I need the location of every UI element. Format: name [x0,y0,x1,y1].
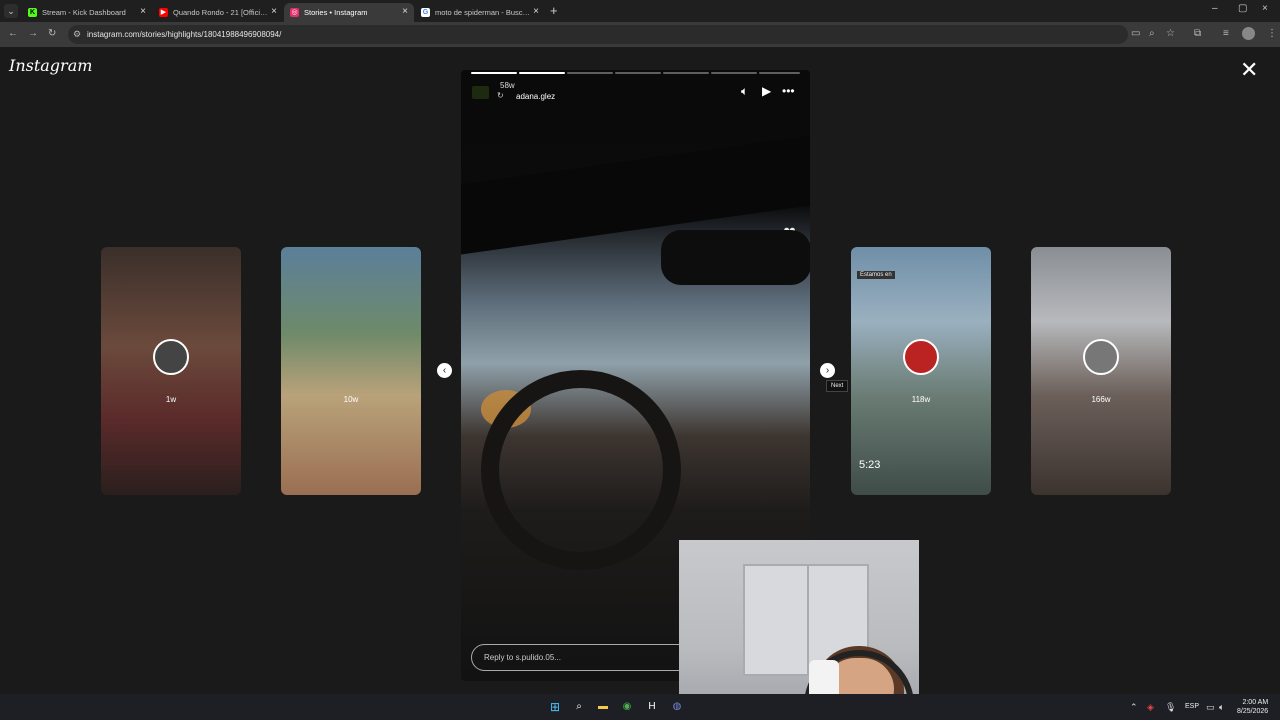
story-age: 10w [343,395,359,404]
reply-placeholder: Reply to s.pulido.05... [484,653,561,662]
back-icon[interactable]: ← [8,28,18,39]
clock-date: 8/25/2026 [1237,708,1269,715]
tab-title: Quando Rondo - 21 [Official Audio] [173,8,269,17]
story-progress-segment [519,72,565,74]
youtube-icon: ▶ [159,8,168,17]
extensions-icon[interactable]: ⧉ [1194,28,1201,39]
bookmark-star-icon[interactable]: ☆ [1166,28,1175,39]
instagram-icon: ◎ [290,8,299,17]
new-tab-button[interactable]: + [550,3,558,18]
file-explorer-icon[interactable]: ▬ [596,700,610,714]
site-info-icon[interactable]: ⚙ [73,29,81,40]
kick-icon: K [28,8,37,17]
clock-time: 2:00 AM [1242,699,1269,706]
window-close-icon[interactable]: × [1262,3,1268,14]
system-clock[interactable]: 2:00 AM 8/25/2026 [1237,698,1268,716]
close-tab-icon[interactable]: × [271,6,277,17]
repost-icon: ↻ [497,91,504,100]
steering-wheel [481,370,681,570]
window-frame [807,566,809,676]
language-indicator[interactable]: ESP [1185,703,1199,710]
tab-strip: ⌄ K Stream - Kick Dashboard × ▶ Quando R… [0,0,1280,22]
story-age: 1w [165,395,177,404]
maximize-icon[interactable]: ▢ [1238,3,1247,14]
tab-search-icon[interactable]: ⌄ [4,4,18,18]
webcam-overlay [679,540,919,720]
tab-instagram[interactable]: ◎ Stories • Instagram × [284,3,414,22]
story-thumbnail[interactable]: 10w [281,247,421,495]
video-duration: 5:23 [859,459,881,471]
story-username[interactable]: adana.glez [516,92,555,101]
story-thumbnail[interactable]: 166w [1031,247,1171,495]
tab-kick[interactable]: K Stream - Kick Dashboard × [22,3,152,22]
app-h-icon[interactable]: H [645,700,659,714]
tray-chevron-icon[interactable]: ⌃ [1130,702,1138,713]
url-text: instagram.com/stories/highlights/1804198… [87,30,282,39]
story-thumbnail[interactable]: 1w [101,247,241,495]
story-progress-segment [567,72,613,74]
tray-app-icon[interactable]: ◈ [1147,702,1154,713]
url-input[interactable]: ⚙ instagram.com/stories/highlights/18041… [68,25,1128,44]
more-options-icon[interactable]: ••• [782,84,795,98]
volume-icon[interactable]: 🔈︎ [1219,702,1224,713]
story-age: 166w [1091,395,1111,404]
rearview-mirror [661,230,810,285]
story-progress-segment [615,72,661,74]
chrome-icon[interactable]: ◉ [620,700,634,714]
close-stories-icon[interactable]: ✕ [1240,59,1258,81]
windows-taskbar: ⊞ ⌕ ▬ ◉ H ◍ ⌃ ◈ 🎙︎ ESP ▭ 🔈︎ 2:00 AM 8/25… [0,694,1280,720]
tab-title: Stories • Instagram [304,8,368,17]
search-icon[interactable]: ⌕ [572,700,586,714]
story-progress-segment [711,72,757,74]
close-tab-icon[interactable]: × [402,6,408,17]
mute-icon[interactable]: 🔈︎ [741,84,748,99]
previous-story-button[interactable]: ‹ [437,363,452,378]
story-time: 58w [500,81,515,90]
next-story-button[interactable]: › [820,363,835,378]
next-tooltip: Next [826,380,849,392]
reload-icon[interactable]: ↻ [48,28,56,39]
tab-title: Stream - Kick Dashboard [42,8,126,17]
menu-icon[interactable]: ⋮ [1267,28,1277,39]
forward-icon[interactable]: → [28,28,38,39]
story-progress-segment [759,72,800,74]
avatar [903,339,939,375]
google-icon: G [421,8,430,17]
address-bar-row: ← → ↻ ⚙ instagram.com/stories/highlights… [0,22,1280,47]
story-avatar[interactable] [472,86,489,99]
network-icon[interactable]: ▭ [1206,702,1215,713]
story-progress-segment [471,72,517,74]
tab-title: moto de spiderman - Buscar con Google [435,8,531,17]
instagram-stories-page: Instagram ✕ 1w 10w Estamos en 118w 5:23 … [0,47,1280,694]
cast-icon[interactable]: ▭ [1131,28,1140,39]
story-caption: Estamos en [857,271,895,279]
story-thumbnail[interactable]: Estamos en 118w 5:23 [851,247,991,495]
discord-icon[interactable]: ◍ [670,700,684,714]
avatar [153,339,189,375]
close-tab-icon[interactable]: × [140,6,146,17]
minimize-icon[interactable]: – [1212,3,1218,14]
close-tab-icon[interactable]: × [533,6,539,17]
profile-avatar[interactable] [1242,27,1255,40]
tab-google[interactable]: G moto de spiderman - Buscar con Google … [415,3,545,22]
avatar [1083,339,1119,375]
story-age: 118w [911,395,931,404]
zoom-icon[interactable]: ⌕ [1149,28,1155,39]
story-progress-segment [663,72,709,74]
tab-youtube[interactable]: ▶ Quando Rondo - 21 [Official Audio] × [153,3,283,22]
windows-start-icon[interactable]: ⊞ [548,700,562,714]
play-icon[interactable]: ▶ [762,84,771,98]
instagram-logo[interactable]: Instagram [9,56,92,75]
microphone-icon[interactable]: 🎙︎ [1165,702,1176,713]
tab-search-icon[interactable]: ≡ [1223,28,1229,39]
